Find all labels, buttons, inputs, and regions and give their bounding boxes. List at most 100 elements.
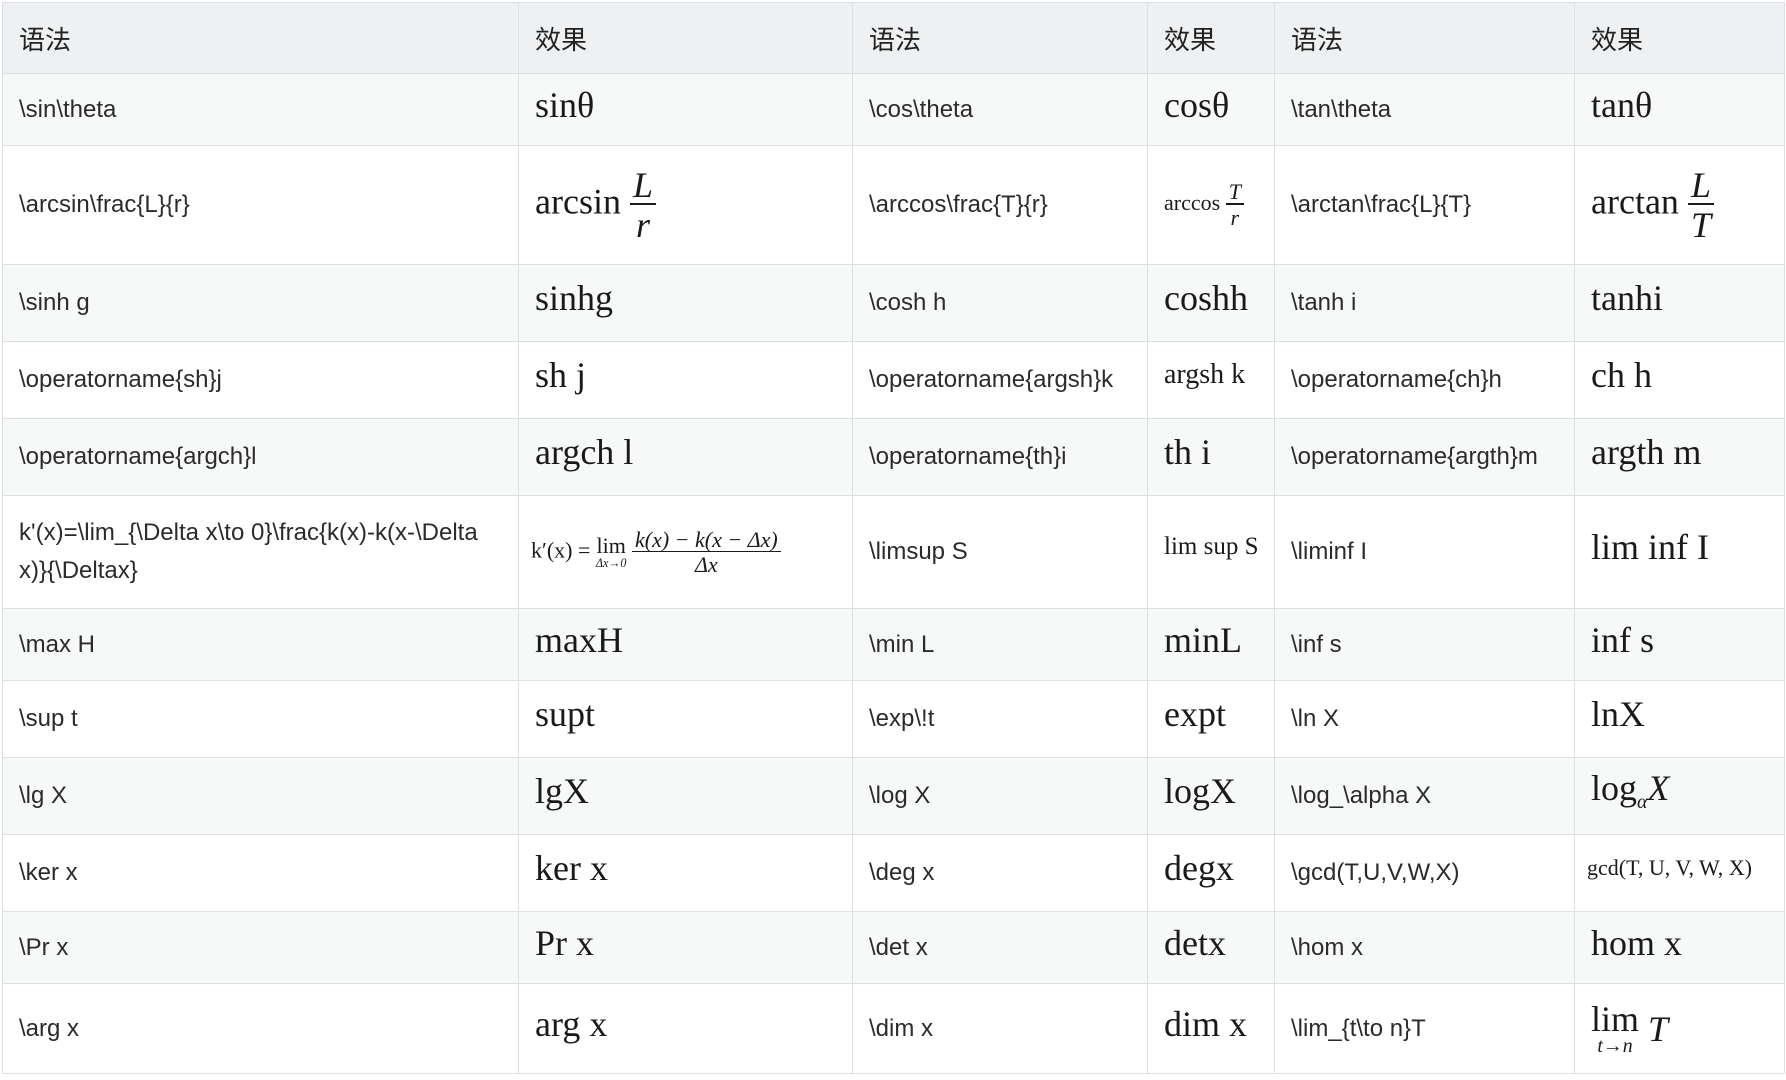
fraction-denominator: Δx xyxy=(695,551,718,577)
effect-cell: maxH xyxy=(518,608,853,681)
effect-formula: ker x xyxy=(535,848,608,888)
effect-formula: tanθ xyxy=(1591,84,1653,125)
syntax-cell: \sin\theta xyxy=(2,73,519,146)
table-header-row: 语法 效果 语法 效果 语法 效果 xyxy=(2,2,1785,74)
syntax-cell: \max H xyxy=(2,608,519,681)
header-syntax: 语法 xyxy=(852,2,1148,74)
effect-cell: sh j xyxy=(518,341,853,419)
effect-fraction: LT xyxy=(1687,167,1714,245)
syntax-cell: \tan\theta xyxy=(1274,73,1575,146)
effect-formula: sinhg xyxy=(535,278,614,318)
table-row: \arg x arg x \dim x dim x \lim_{t\to n}T… xyxy=(2,983,1785,1074)
effect-cell: k′(x) = lim Δx→0 k(x) − k(x − Δx) Δx xyxy=(518,495,853,609)
effect-formula: argch l xyxy=(535,432,634,472)
syntax-cell: \ker x xyxy=(2,834,519,912)
effect-cell: dim x xyxy=(1147,983,1275,1074)
syntax-cell: \operatorname{argch}l xyxy=(2,418,519,496)
fraction-numerator: k(x) − k(x − Δx) xyxy=(631,528,781,552)
effect-cell: arg x xyxy=(518,983,853,1074)
effect-operator: arcsin xyxy=(535,181,621,222)
syntax-cell: \tanh i xyxy=(1274,264,1575,342)
table-row: \max H maxH \min L minL \inf s inf s xyxy=(2,608,1785,681)
fraction-denominator: T xyxy=(1690,205,1711,245)
table-row: \operatorname{argch}l argch l \operatorn… xyxy=(2,418,1785,496)
syntax-cell: \operatorname{argth}m xyxy=(1274,418,1575,496)
effect-cell: ker x xyxy=(518,834,853,912)
effect-cell: argth m xyxy=(1574,418,1785,496)
syntax-cell: \min L xyxy=(852,608,1148,681)
syntax-cell: \arccos\frac{T}{r} xyxy=(852,145,1148,265)
table-row: \ker x ker x \deg x degx \gcd(T,U,V,W,X)… xyxy=(2,834,1785,912)
effect-cell: tanhi xyxy=(1574,264,1785,342)
effect-cell: argsh k xyxy=(1147,341,1275,419)
limit-argument: T xyxy=(1648,1008,1669,1049)
effect-cell: degx xyxy=(1147,834,1275,912)
syntax-cell: \cos\theta xyxy=(852,73,1148,146)
syntax-cell: \gcd(T,U,V,W,X) xyxy=(1274,834,1575,912)
syntax-cell: \arg x xyxy=(2,983,519,1074)
effect-formula: th i xyxy=(1164,432,1212,472)
effect-fraction: Tr xyxy=(1225,181,1244,229)
function-syntax-table: 语法 效果 语法 效果 语法 效果 \sin\theta sinθ \cos\t… xyxy=(2,2,1785,1074)
syntax-cell: \inf s xyxy=(1274,608,1575,681)
effect-formula: arg x xyxy=(535,1003,608,1044)
effect-formula: detx xyxy=(1164,922,1226,963)
effect-formula: lim sup S xyxy=(1164,533,1259,560)
effect-formula: inf s xyxy=(1591,619,1654,660)
effect-formula: supt xyxy=(535,694,596,734)
syntax-cell: \lim_{t\to n}T xyxy=(1274,983,1575,1074)
log-argument: X xyxy=(1647,768,1670,809)
effect-limit: lim t→n xyxy=(1591,1001,1639,1057)
limit-subscript: Δx→0 xyxy=(595,555,627,570)
syntax-cell: \log_\alpha X xyxy=(1274,757,1575,835)
effect-cell: arcsin Lr xyxy=(518,145,853,265)
table-row: \arcsin\frac{L}{r} arcsin Lr \arccos\fra… xyxy=(2,145,1785,265)
effect-formula: degx xyxy=(1164,848,1234,888)
effect-formula: coshh xyxy=(1164,278,1248,318)
syntax-cell: \operatorname{sh}j xyxy=(2,341,519,419)
effect-cell: lnX xyxy=(1574,680,1785,758)
log-operator: log xyxy=(1591,768,1638,809)
effect-formula: dim x xyxy=(1164,1003,1248,1044)
effect-limit: lim Δx→0 xyxy=(595,532,627,570)
table-row: \Pr x Pr x \det x detx \hom x hom x xyxy=(2,911,1785,984)
table-row: \operatorname{sh}j sh j \operatorname{ar… xyxy=(2,341,1785,419)
header-effect: 效果 xyxy=(518,2,853,74)
effect-operator: arctan xyxy=(1591,181,1679,222)
effect-cell: logX xyxy=(1147,757,1275,835)
log-base: α xyxy=(1637,791,1648,814)
effect-formula: lgX xyxy=(535,771,589,811)
effect-formula: maxH xyxy=(535,619,623,660)
header-syntax: 语法 xyxy=(1274,2,1575,74)
effect-lhs: k′(x) = xyxy=(531,537,591,563)
effect-formula: expt xyxy=(1164,694,1226,734)
effect-cell: ch h xyxy=(1574,341,1785,419)
limit-subscript: t→n xyxy=(1597,1034,1633,1057)
effect-cell: lim sup S xyxy=(1147,495,1275,609)
effect-formula: logαX xyxy=(1591,768,1670,813)
effect-cell: sinhg xyxy=(518,264,853,342)
limit-operator: lim xyxy=(1591,998,1640,1039)
syntax-cell: \arctan\frac{L}{T} xyxy=(1274,145,1575,265)
fraction-numerator: L xyxy=(629,167,656,205)
limit-operator: lim xyxy=(596,532,626,558)
syntax-cell: \sup t xyxy=(2,680,519,758)
syntax-cell: \log X xyxy=(852,757,1148,835)
effect-formula: ch h xyxy=(1591,355,1652,395)
effect-formula: tanhi xyxy=(1591,278,1663,318)
syntax-cell: \det x xyxy=(852,911,1148,984)
effect-formula: Pr x xyxy=(535,922,595,963)
effect-formula: argth m xyxy=(1591,432,1702,472)
effect-cell: hom x xyxy=(1574,911,1785,984)
effect-cell: minL xyxy=(1147,608,1275,681)
effect-formula: lim inf I xyxy=(1591,527,1709,567)
syntax-cell: \operatorname{argsh}k xyxy=(852,341,1148,419)
effect-cell: sinθ xyxy=(518,73,853,146)
table-row: k'(x)=\lim_{\Delta x\to 0}\frac{k(x)-k(x… xyxy=(2,495,1785,609)
effect-cell: cosθ xyxy=(1147,73,1275,146)
effect-cell: th i xyxy=(1147,418,1275,496)
header-effect: 效果 xyxy=(1147,2,1275,74)
syntax-cell: \arcsin\frac{L}{r} xyxy=(2,145,519,265)
effect-cell: lim inf I xyxy=(1574,495,1785,609)
effect-cell: detx xyxy=(1147,911,1275,984)
